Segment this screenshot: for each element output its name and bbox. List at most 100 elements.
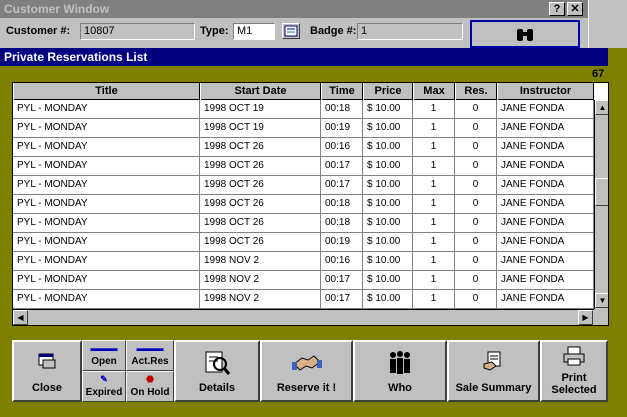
cell-price: $ 10.00 [363,100,413,119]
cell-price: $ 10.00 [363,119,413,138]
column-header-start-date[interactable]: Start Date [200,83,321,100]
table-row[interactable]: PYL - MONDAY 1998 OCT 26 00:17 $ 10.00 1 0 JAN… [13,176,594,195]
table-row[interactable]: PYL - MONDAY 1998 OCT 19 00:18 $ 10.00 1 0 JAN… [13,100,594,119]
cell-price: $ 10.00 [363,157,413,176]
cell-title: PYL - MONDAY [13,119,200,138]
cell-instructor: JANE FONDA [497,176,594,195]
print-label-line2: Selected [551,384,597,396]
table-row[interactable]: PYL - MONDAY 1998 OCT 26 00:16 $ 10.00 1 0 JAN… [13,138,594,157]
close-window-button[interactable]: ✕ [567,2,583,16]
reserve-button[interactable]: Reserve it ! [260,340,353,402]
table-row[interactable]: PYL - MONDAY 1998 OCT 26 00:19 $ 10.00 1 0 JAN… [13,233,594,252]
scroll-down-button[interactable]: ▼ [595,293,608,308]
cell-title: PYL - MONDAY [13,252,200,271]
close-button[interactable]: Close [12,340,82,402]
cell-res: 0 [455,119,497,138]
cell-start-date: 1998 OCT 19 [200,100,321,119]
scroll-right-button[interactable]: ▶ [578,310,593,325]
table-row[interactable]: PYL - MONDAY 1998 OCT 26 00:17 $ 10.00 1 0 JAN… [13,157,594,176]
cell-title: PYL - MONDAY [13,176,200,195]
expired-indicator-icon: ✎ [100,374,108,384]
cell-res: 0 [455,195,497,214]
horizontal-scrollbar[interactable]: ◀ ▶ [13,309,594,325]
cell-time: 00:18 [321,195,363,214]
cell-instructor: JANE FONDA [497,233,594,252]
search-button[interactable] [470,20,580,48]
table-row[interactable]: PYL - MONDAY 1998 OCT 19 00:19 $ 10.00 1 0 JAN… [13,119,594,138]
stop-sign-icon: ⬣ [146,374,154,384]
printer-icon [542,346,606,372]
type-lookup-icon[interactable] [282,23,300,39]
cell-title: PYL - MONDAY [13,195,200,214]
cell-max: 1 [413,233,455,252]
cell-time: 00:18 [321,214,363,233]
cell-price: $ 10.00 [363,214,413,233]
main-window-title: Private Reservations List [0,48,608,66]
cell-max: 1 [413,100,455,119]
cell-start-date: 1998 OCT 26 [200,157,321,176]
column-header-res[interactable]: Res. [455,83,497,100]
table-row[interactable]: PYL - MONDAY 1998 NOV 2 00:16 $ 10.00 1 0 JANE… [13,252,594,271]
cell-instructor: JANE FONDA [497,138,594,157]
sale-summary-button-label: Sale Summary [455,382,532,394]
cell-time: 00:17 [321,271,363,290]
cell-res: 0 [455,290,497,309]
cell-res: 0 [455,233,497,252]
act-res-filter-button[interactable]: ▬▬▬ Act.Res [126,340,174,371]
on-hold-filter-button[interactable]: ⬣ On Hold [126,371,174,402]
cell-max: 1 [413,290,455,309]
cell-time: 00:16 [321,252,363,271]
reservations-table: Title Start Date Time Price Max Res. Instructo… [12,82,609,326]
scrollbar-corner [594,309,608,325]
cell-price: $ 10.00 [363,233,413,252]
cell-instructor: JANE FONDA [497,100,594,119]
record-count: 67 [592,68,605,80]
cell-max: 1 [413,195,455,214]
cell-start-date: 1998 NOV 2 [200,252,321,271]
badge-label: Badge #: [310,25,357,37]
cell-res: 0 [455,271,497,290]
cell-title: PYL - MONDAY [13,290,200,309]
cell-title: PYL - MONDAY [13,233,200,252]
badge-field[interactable]: 1 [357,23,463,40]
cell-instructor: JANE FONDA [497,214,594,233]
open-filter-button[interactable]: ▬▬▬ Open [82,340,126,371]
vertical-scrollbar[interactable]: ▲ ▼ [594,100,608,309]
cell-res: 0 [455,157,497,176]
vertical-scroll-thumb[interactable] [595,178,608,206]
cell-start-date: 1998 NOV 2 [200,290,321,309]
column-header-price[interactable]: Price [363,83,413,100]
table-row[interactable]: PYL - MONDAY 1998 NOV 2 00:17 $ 10.00 1 0 JANE… [13,290,594,309]
table-row[interactable]: PYL - MONDAY 1998 OCT 26 00:18 $ 10.00 1 0 JAN… [13,195,594,214]
column-header-max[interactable]: Max [413,83,455,100]
details-button[interactable]: Details [174,340,260,402]
hand-document-icon [449,350,538,376]
customer-window-title: Customer Window [0,0,588,18]
binoculars-icon [517,29,533,41]
type-field[interactable]: M1 [233,23,275,40]
cell-price: $ 10.00 [363,138,413,157]
column-header-instructor[interactable]: Instructor [497,83,594,100]
act-res-filter-label: Act.Res [131,356,169,367]
expired-filter-button[interactable]: ✎ Expired [82,371,126,402]
cell-title: PYL - MONDAY [13,138,200,157]
open-indicator-icon: ▬▬▬ [90,343,118,353]
cell-res: 0 [455,100,497,119]
who-button[interactable]: Who [353,340,447,402]
scroll-up-button[interactable]: ▲ [595,100,608,115]
scroll-left-button[interactable]: ◀ [13,310,28,325]
table-row[interactable]: PYL - MONDAY 1998 NOV 2 00:17 $ 10.00 1 0 JANE… [13,271,594,290]
table-row[interactable]: PYL - MONDAY 1998 OCT 26 00:18 $ 10.00 1 0 JAN… [13,214,594,233]
cell-title: PYL - MONDAY [13,271,200,290]
magnifier-document-icon [176,350,258,376]
print-label-line1: Print [561,372,587,384]
sale-summary-button[interactable]: Sale Summary [447,340,540,402]
customer-window-title-text: Customer Window [4,2,110,16]
cell-title: PYL - MONDAY [13,157,200,176]
column-header-title[interactable]: Title [13,83,200,100]
help-button[interactable]: ? [549,2,565,16]
customer-number-field[interactable]: 10807 [80,23,195,40]
print-selected-button[interactable]: Print Selected [540,340,608,402]
cell-start-date: 1998 OCT 26 [200,176,321,195]
column-header-time[interactable]: Time [321,83,363,100]
